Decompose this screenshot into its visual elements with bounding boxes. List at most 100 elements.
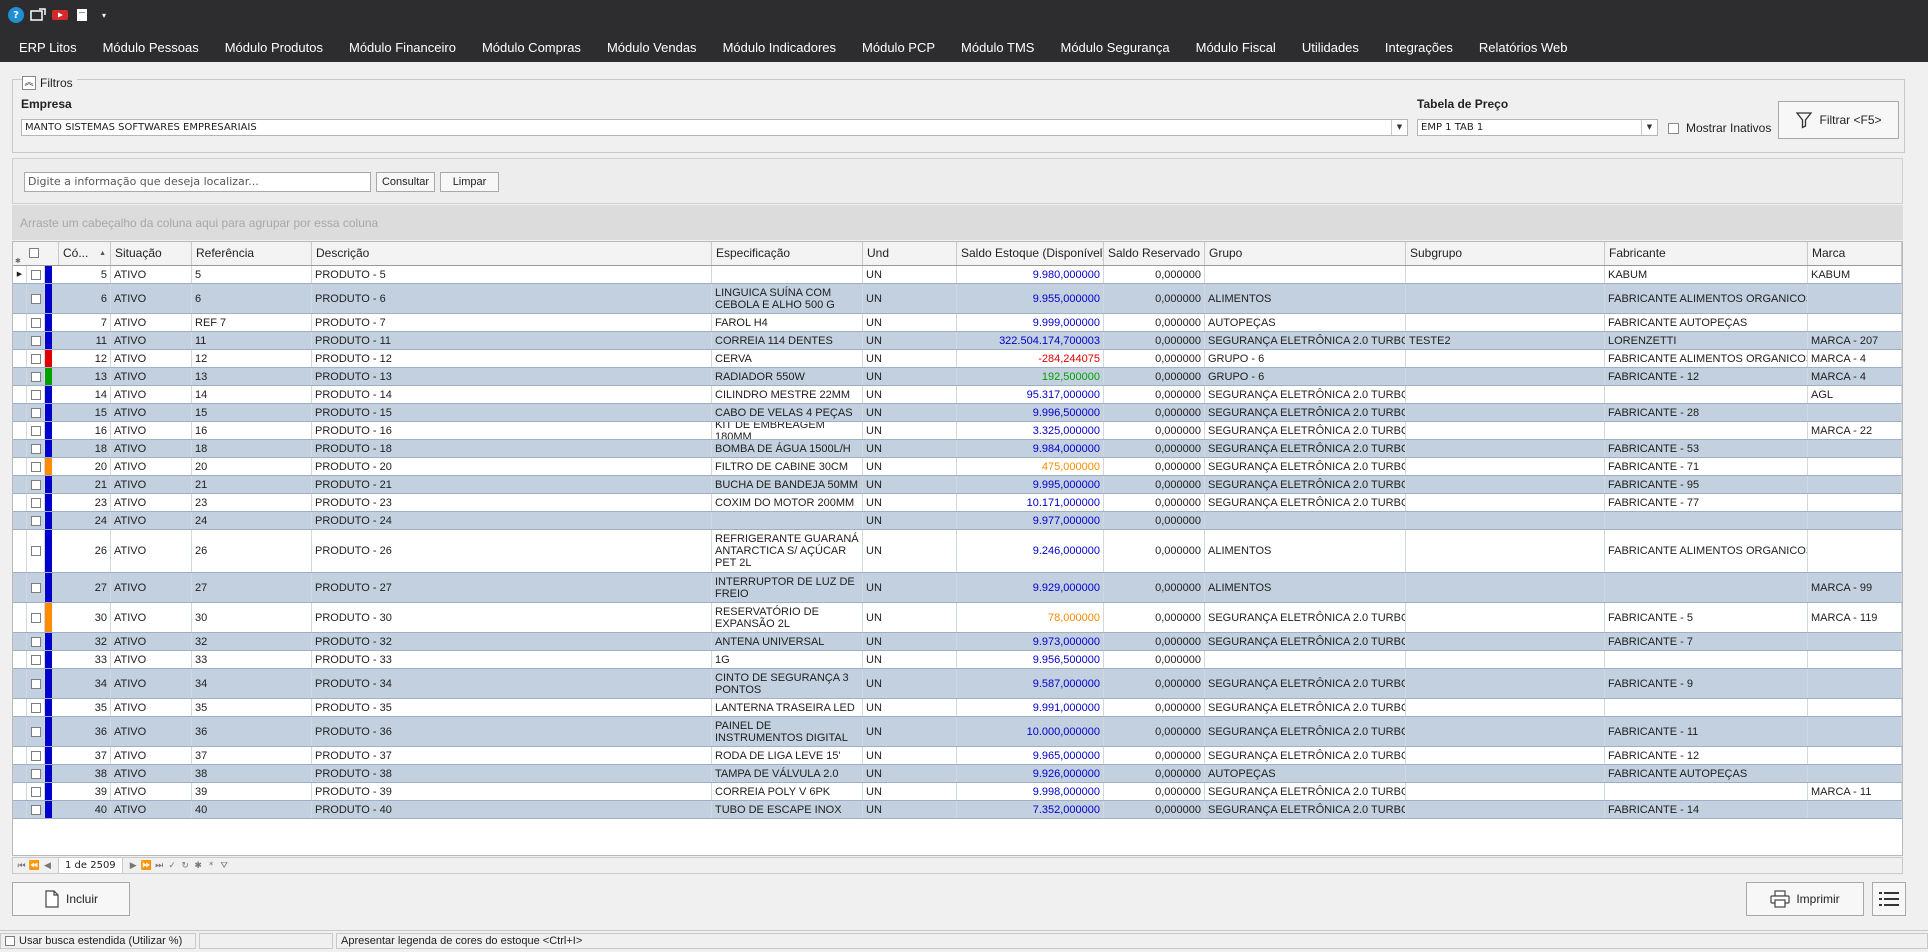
- prev-page-icon[interactable]: ◀: [41, 861, 54, 871]
- row-select-cell[interactable]: [27, 801, 45, 818]
- row-checkbox[interactable]: [30, 546, 41, 556]
- menu-item[interactable]: Módulo Vendas: [594, 36, 710, 60]
- table-row[interactable]: 35 ATIVO 35 PRODUTO - 35 LANTERNA TRASEIRA L…: [13, 699, 1902, 717]
- tabela-preco-select[interactable]: EMP 1 TAB 1 ▼: [1417, 119, 1658, 136]
- confirm-icon[interactable]: ✓: [166, 861, 179, 871]
- row-checkbox[interactable]: [30, 582, 41, 593]
- fast-prev-icon[interactable]: ⏪: [28, 861, 41, 871]
- row-select-cell[interactable]: [27, 633, 45, 650]
- row-select-cell[interactable]: [27, 512, 45, 529]
- menu-item[interactable]: Módulo Financeiro: [336, 36, 469, 60]
- table-row[interactable]: 14 ATIVO 14 PRODUTO - 14 CILINDRO MESTRE 22M…: [13, 386, 1902, 404]
- table-row[interactable]: 12 ATIVO 12 PRODUTO - 12 CERVA UN -284,244075 0…: [13, 350, 1902, 368]
- row-select-cell[interactable]: [27, 386, 45, 403]
- video-icon[interactable]: [52, 7, 68, 23]
- table-row[interactable]: 6 ATIVO 6 PRODUTO - 6 LINGUICA SUÍNA COM CEB…: [13, 284, 1902, 314]
- imprimir-button[interactable]: Imprimir: [1746, 882, 1864, 916]
- row-checkbox[interactable]: [30, 371, 41, 382]
- column-header-marca[interactable]: Marca: [1808, 242, 1902, 265]
- column-header-subgrupo[interactable]: Subgrupo: [1406, 242, 1605, 265]
- row-checkbox[interactable]: [30, 654, 41, 665]
- row-select-cell[interactable]: [27, 717, 45, 746]
- row-select-cell[interactable]: [27, 476, 45, 493]
- table-row[interactable]: 20 ATIVO 20 PRODUTO - 20 FILTRO DE CABINE 30…: [13, 458, 1902, 476]
- row-select-cell[interactable]: [27, 350, 45, 367]
- fast-next-icon[interactable]: ⏩: [140, 861, 153, 871]
- column-header-referencia[interactable]: Referência: [192, 242, 312, 265]
- copy-icon[interactable]: [74, 7, 90, 23]
- column-header-und[interactable]: Und: [863, 242, 957, 265]
- row-select-cell[interactable]: [27, 404, 45, 421]
- row-select-cell[interactable]: [27, 368, 45, 385]
- column-header-codigo[interactable]: Có... ▲: [59, 242, 111, 265]
- row-select-cell[interactable]: [27, 422, 45, 439]
- table-row[interactable]: 13 ATIVO 13 PRODUTO - 13 RADIADOR 550W UN 192,…: [13, 368, 1902, 386]
- next-page-icon[interactable]: ▶: [127, 861, 140, 871]
- column-header-grupo[interactable]: Grupo: [1205, 242, 1406, 265]
- dropdown-icon[interactable]: ▾: [96, 7, 112, 23]
- row-select-cell[interactable]: [27, 440, 45, 457]
- window-icon[interactable]: [30, 7, 46, 23]
- group-by-panel[interactable]: Arraste um cabeçalho da coluna aqui para…: [12, 205, 1903, 240]
- last-page-icon[interactable]: ⏭: [153, 861, 166, 871]
- table-row[interactable]: 15 ATIVO 15 PRODUTO - 15 CABO DE VELAS 4 PEÇ…: [13, 404, 1902, 422]
- row-select-cell[interactable]: [27, 651, 45, 668]
- row-select-cell[interactable]: [27, 530, 45, 572]
- row-checkbox[interactable]: [30, 353, 41, 364]
- column-header-saldo-estoque[interactable]: Saldo Estoque (Disponível): [957, 242, 1104, 265]
- table-row[interactable]: 37 ATIVO 37 PRODUTO - 37 RODA DE LIGA LEVE 1…: [13, 747, 1902, 765]
- row-select-cell[interactable]: [27, 332, 45, 349]
- row-select-cell[interactable]: [27, 783, 45, 800]
- refresh-icon[interactable]: ↻: [179, 861, 192, 871]
- column-header-especificacao[interactable]: Especificação: [712, 242, 863, 265]
- menu-item[interactable]: Módulo Fiscal: [1183, 36, 1289, 60]
- table-row[interactable]: 26 ATIVO 26 PRODUTO - 26 REFRIGERANTE GUARAN…: [13, 530, 1902, 573]
- row-checkbox[interactable]: [30, 407, 41, 418]
- row-select-cell[interactable]: [27, 458, 45, 475]
- table-row[interactable]: 39 ATIVO 39 PRODUTO - 39 CORREIA POLY V 6PK U…: [13, 783, 1902, 801]
- row-checkbox[interactable]: [30, 612, 41, 623]
- table-row[interactable]: 24 ATIVO 24 PRODUTO - 24 UN 9.977,000000 0,000…: [13, 512, 1902, 530]
- empresa-select[interactable]: MANTO SISTEMAS SOFTWARES EMPRESARIAIS ▼: [21, 119, 1408, 136]
- row-checkbox[interactable]: [30, 702, 41, 713]
- column-header-situacao[interactable]: Situação: [111, 242, 192, 265]
- row-checkbox[interactable]: [30, 678, 41, 689]
- table-row[interactable]: 27 ATIVO 27 PRODUTO - 27 INTERRUPTOR DE LUZ …: [13, 573, 1902, 603]
- table-row[interactable]: 38 ATIVO 38 PRODUTO - 38 TAMPA DE VÁLVULA 2.…: [13, 765, 1902, 783]
- row-checkbox[interactable]: [30, 335, 41, 346]
- table-row[interactable]: 11 ATIVO 11 PRODUTO - 11 CORREIA 114 DENTES U…: [13, 332, 1902, 350]
- help-icon[interactable]: ?: [8, 7, 24, 23]
- menu-item[interactable]: ERP Litos: [0, 36, 90, 60]
- row-checkbox[interactable]: [30, 317, 41, 328]
- row-select-cell[interactable]: [27, 494, 45, 511]
- consultar-button[interactable]: Consultar: [376, 172, 435, 192]
- menu-item[interactable]: Relatórios Web: [1466, 36, 1581, 60]
- table-row[interactable]: 30 ATIVO 30 PRODUTO - 30 RESERVATÓRIO DE EXP…: [13, 603, 1902, 633]
- row-checkbox[interactable]: [30, 293, 41, 304]
- row-select-cell[interactable]: [27, 765, 45, 782]
- table-row[interactable]: 7 ATIVO REF 7 PRODUTO - 7 FAROL H4 UN 9.999,00…: [13, 314, 1902, 332]
- menu-item[interactable]: Módulo Indicadores: [710, 36, 849, 60]
- row-checkbox[interactable]: [30, 461, 41, 472]
- table-row[interactable]: 36 ATIVO 36 PRODUTO - 36 PAINEL DE INSTRUMEN…: [13, 717, 1902, 747]
- select-all-checkbox[interactable]: [29, 248, 39, 258]
- row-checkbox[interactable]: [30, 726, 41, 737]
- row-checkbox[interactable]: [30, 443, 41, 454]
- star-icon[interactable]: *: [205, 861, 218, 871]
- menu-item[interactable]: Módulo Segurança: [1047, 36, 1182, 60]
- table-row[interactable]: 40 ATIVO 40 PRODUTO - 40 TUBO DE ESCAPE INOX…: [13, 801, 1902, 819]
- chevron-down-icon[interactable]: ▼: [1641, 120, 1657, 135]
- mostrar-inativos-checkbox[interactable]: [1668, 123, 1679, 134]
- row-select-cell[interactable]: [27, 266, 45, 283]
- first-page-icon[interactable]: ⏮: [15, 861, 28, 871]
- row-select-cell[interactable]: [27, 747, 45, 764]
- menu-item[interactable]: Módulo PCP: [849, 36, 948, 60]
- row-checkbox[interactable]: [30, 786, 41, 797]
- table-row[interactable]: 34 ATIVO 34 PRODUTO - 34 CINTO DE SEGURANÇA …: [13, 669, 1902, 699]
- row-checkbox[interactable]: [30, 389, 41, 400]
- row-checkbox[interactable]: [30, 479, 41, 490]
- column-header-fabricante[interactable]: Fabricante: [1605, 242, 1808, 265]
- table-row[interactable]: 18 ATIVO 18 PRODUTO - 18 BOMBA DE ÁGUA 1500L…: [13, 440, 1902, 458]
- menu-item[interactable]: Módulo Compras: [469, 36, 594, 60]
- table-row[interactable]: 16 ATIVO 16 PRODUTO - 16 KIT DE EMBREAGEM 18…: [13, 422, 1902, 440]
